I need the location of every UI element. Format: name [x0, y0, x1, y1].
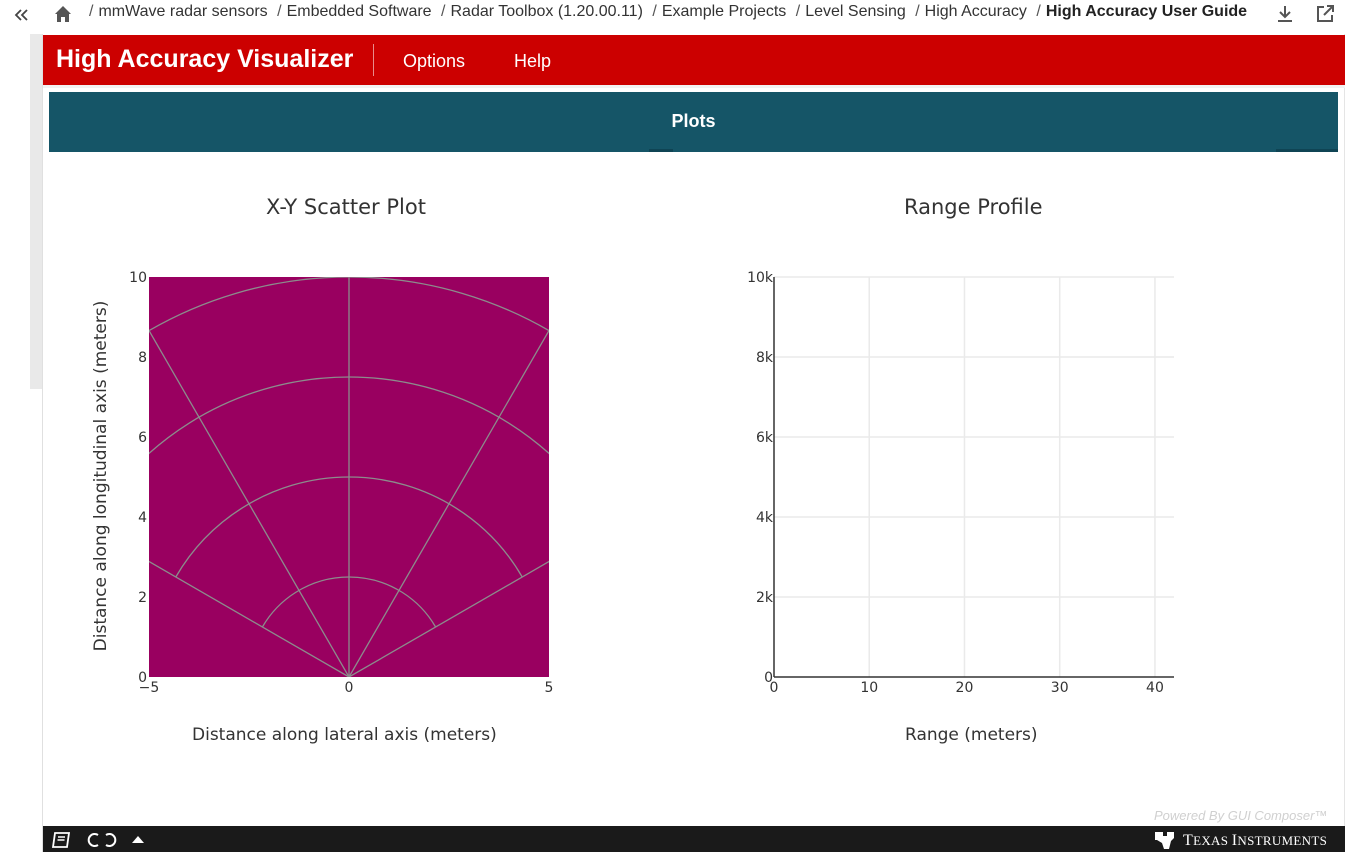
tab-indicator [649, 149, 673, 152]
header-divider [43, 85, 1345, 88]
scatter-y-tick-label: 0 [138, 670, 147, 686]
breadcrumb-item-radar-toolbox[interactable]: Radar Toolbox (1.20.00.11) [450, 3, 642, 20]
scrollbar[interactable] [30, 34, 42, 389]
double-chevron-left-icon[interactable] [8, 2, 34, 28]
range-y-tick-label: 4k [756, 510, 774, 526]
breadcrumb-item-high-accuracy[interactable]: High Accuracy [925, 3, 1027, 20]
footer-bar: TEXAS INSTRUMENTS [43, 826, 1345, 852]
connection-icon[interactable] [87, 831, 117, 849]
powered-by-label: Powered By GUI Composer™ [1154, 808, 1328, 823]
breadcrumb-item-level-sensing[interactable]: Level Sensing [805, 3, 906, 20]
scatter-x-axis-title: Distance along lateral axis (meters) [192, 725, 497, 745]
breadcrumb-item-mmwave[interactable]: mmWave radar sensors [98, 3, 267, 20]
scatter-y-tick-label: 2 [138, 590, 147, 606]
range-x-tick-label: 0 [770, 680, 779, 696]
range-profile-title: Range Profile [904, 195, 1043, 219]
scatter-y-tick-label: 8 [138, 350, 147, 366]
breadcrumb-separator: / [277, 3, 282, 20]
breadcrumb-bar: / mmWave radar sensors / Embedded Software… [0, 0, 1354, 30]
scatter-y-tick-label: 10 [129, 270, 147, 286]
breadcrumb-separator: / [652, 3, 657, 20]
range-x-tick-label: 40 [1146, 680, 1164, 696]
range-y-tick-label: 6k [756, 430, 774, 446]
app-header: High Accuracy Visualizer Options Help [43, 35, 1345, 85]
range-x-axis-title: Range (meters) [905, 725, 1038, 745]
scatter-x-tick-label: 5 [545, 680, 554, 696]
menu-item-help[interactable]: Help [514, 51, 551, 72]
tab-bar: Plots [49, 92, 1338, 152]
breadcrumb-separator: / [1036, 3, 1041, 20]
scatter-y-tick-label: 6 [138, 430, 147, 446]
texas-instruments-logo [1155, 832, 1174, 849]
breadcrumb-separator: / [795, 3, 801, 20]
range-y-tick-label: 8k [756, 350, 774, 366]
caret-up-icon[interactable] [131, 834, 145, 844]
download-icon[interactable] [1273, 2, 1297, 26]
scatter-y-tick-label: 4 [138, 510, 147, 526]
scatter-y-axis-title: Distance along longitudinal axis (meters… [91, 300, 111, 652]
range-y-tick-label: 10k [747, 270, 774, 286]
open-in-new-icon[interactable] [1313, 2, 1337, 26]
range-profile-plot[interactable]: 02k4k6k8k10k0 10 20 30 40 [730, 262, 1200, 702]
range-y-tick-label: 2k [756, 590, 774, 606]
tab-indicator [1276, 149, 1338, 152]
breadcrumb-item-embedded-software[interactable]: Embedded Software [287, 3, 432, 20]
book-icon[interactable] [51, 831, 73, 849]
right-edge [1344, 34, 1354, 852]
range-x-tick-label: 20 [956, 680, 974, 696]
scatter-plot-title: X-Y Scatter Plot [266, 195, 426, 219]
breadcrumb-separator: / [89, 3, 94, 20]
breadcrumb-separator: / [441, 3, 446, 20]
texas-instruments-wordmark: TEXAS INSTRUMENTS [1183, 832, 1328, 849]
scatter-plot[interactable]: −5 0 50246810 [110, 262, 570, 702]
breadcrumb-item-example-projects[interactable]: Example Projects [662, 3, 787, 20]
app-title: High Accuracy Visualizer [56, 45, 354, 73]
menu-item-options[interactable]: Options [403, 51, 465, 72]
breadcrumb: / mmWave radar sensors / Embedded Software… [84, 3, 1247, 21]
tab-plots[interactable]: Plots [49, 92, 1338, 152]
breadcrumb-item-current: High Accuracy User Guide [1045, 3, 1248, 20]
range-plot-area [774, 277, 1174, 677]
range-x-tick-label: 30 [1051, 680, 1069, 696]
range-x-tick-label: 10 [860, 680, 878, 696]
home-icon[interactable] [52, 3, 74, 25]
scatter-x-tick-label: 0 [345, 680, 354, 696]
title-divider [373, 44, 374, 76]
breadcrumb-separator: / [915, 3, 920, 20]
